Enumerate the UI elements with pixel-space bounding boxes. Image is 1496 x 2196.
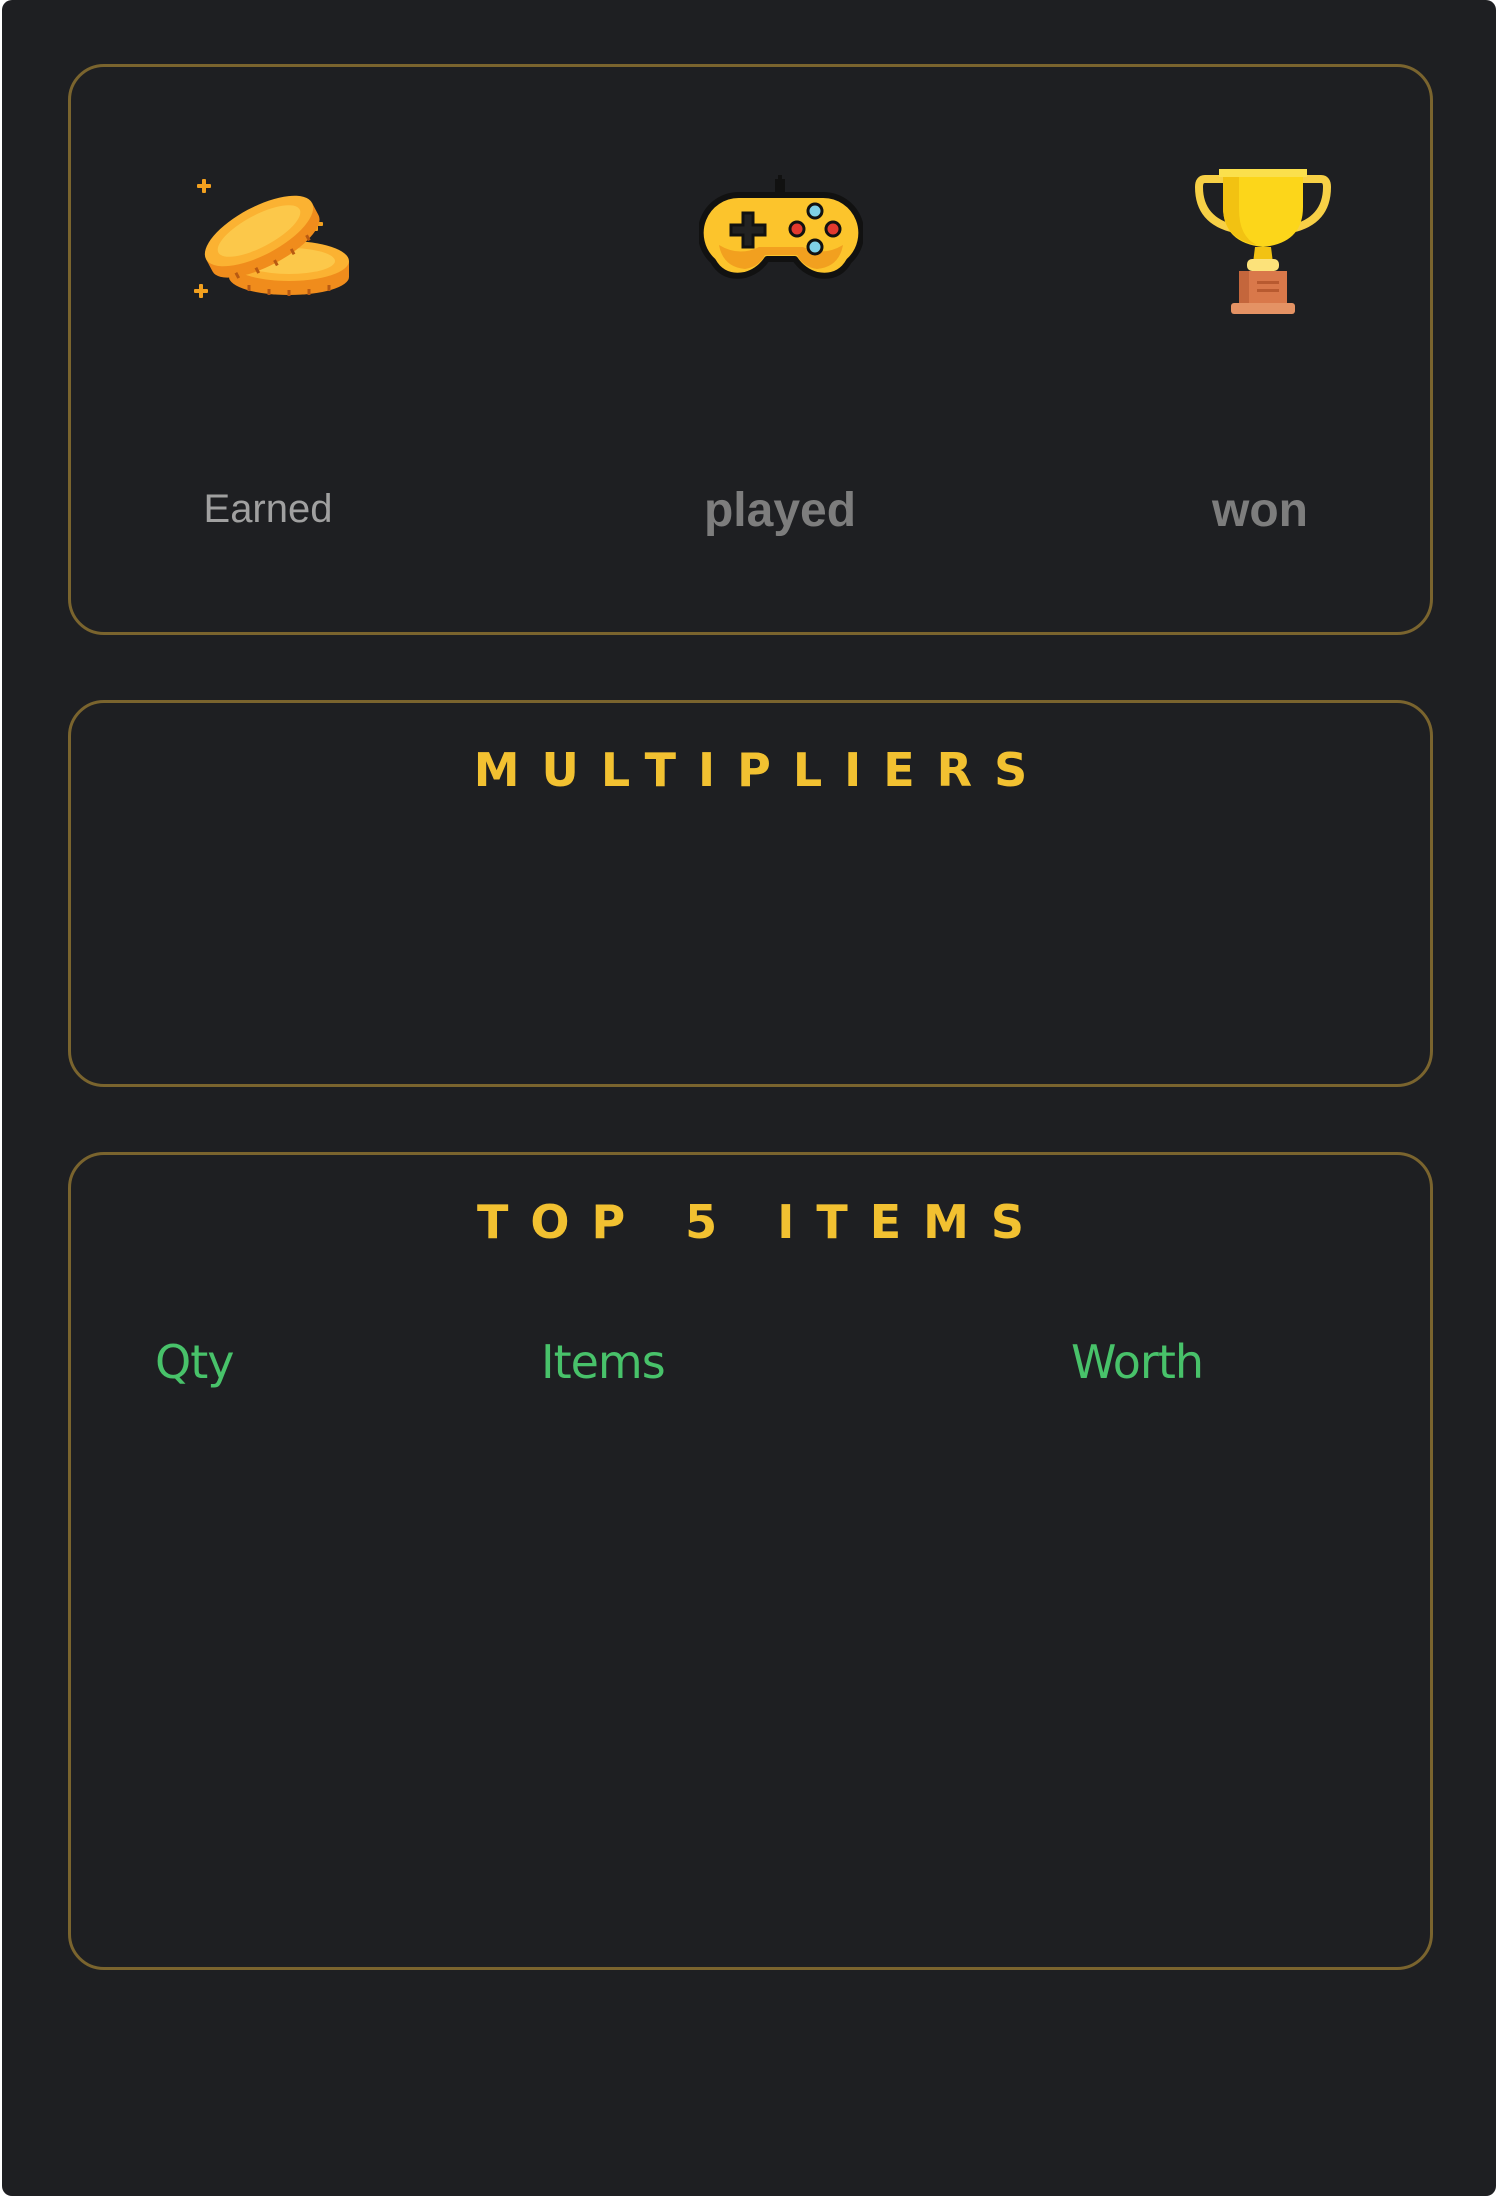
stats-panel: Earned played won MULTIPLIERS TOP 5 ITEM… (2, 0, 1496, 2196)
played-label: played (703, 484, 857, 537)
stats-card: Earned played won (68, 64, 1433, 635)
top-items-title: TOP 5 ITEMS (476, 1195, 1047, 1249)
coins-icon (194, 179, 349, 298)
trophy-icon (1195, 169, 1331, 314)
top-items-card: TOP 5 ITEMS Qty Items Worth (68, 1152, 1433, 1970)
column-header-worth: Worth (1071, 1335, 1204, 1389)
multipliers-title: MULTIPLIERS (473, 743, 1050, 797)
column-header-qty: Qty (155, 1335, 234, 1389)
multipliers-card: MULTIPLIERS (68, 700, 1433, 1087)
won-label: won (1212, 484, 1308, 537)
gamepad-icon (699, 175, 863, 279)
earned-label: Earned (203, 487, 333, 531)
column-header-items: Items (541, 1335, 666, 1389)
